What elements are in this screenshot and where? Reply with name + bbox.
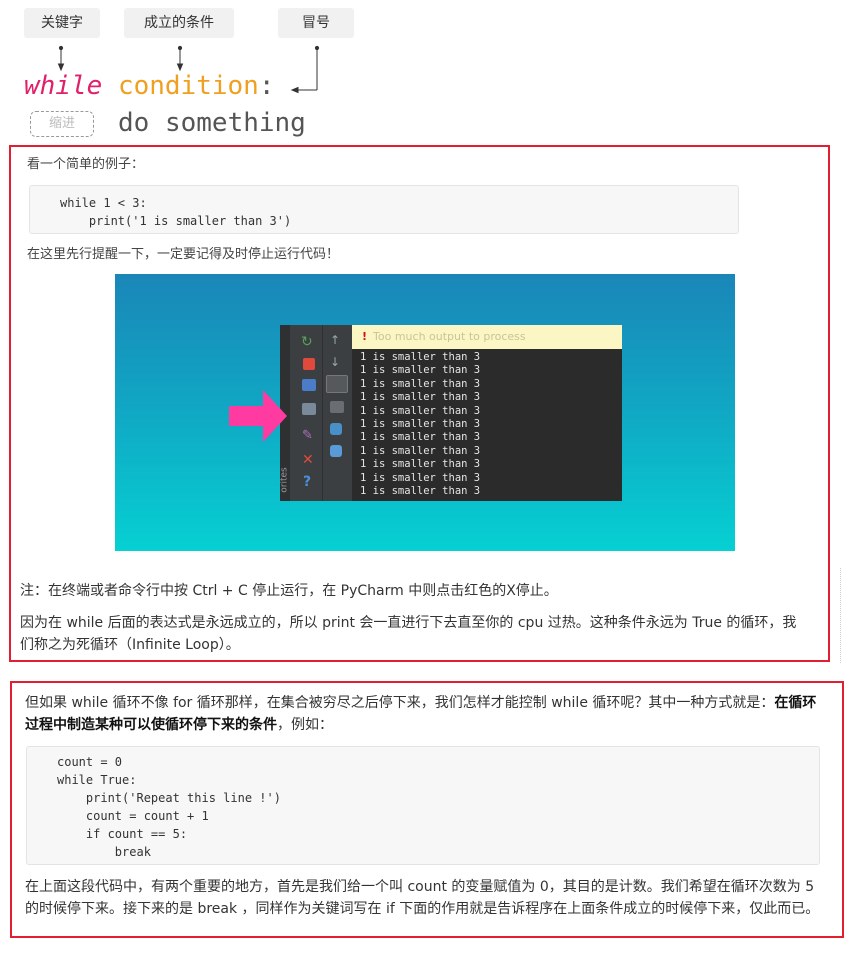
example-box-break: 但如果 while 循环不像 for 循环那样，在集合被穷尽之后停下来，我们怎样… xyxy=(10,681,844,938)
body-line: do something xyxy=(118,108,306,138)
console-line: 1 is smaller than 3 xyxy=(360,458,481,471)
break-intro: 但如果 while 循环不像 for 循环那样，在集合被穷尽之后停下来，我们怎样… xyxy=(25,692,820,736)
console-line: 1 is smaller than 3 xyxy=(360,377,481,390)
colon-symbol: : xyxy=(258,71,275,101)
console-output: ! Too much output to process 1 is smaller… xyxy=(352,325,622,501)
console-line: 1 is smaller than 3 xyxy=(360,364,481,377)
print-icon[interactable] xyxy=(330,423,342,435)
scroll-down-icon[interactable]: ↓ xyxy=(330,355,346,369)
scroll-up-icon[interactable]: ↑ xyxy=(330,333,346,347)
pink-arrow-icon xyxy=(229,390,287,442)
while-syntax-line: while condition: xyxy=(24,71,274,101)
condition-word: condition xyxy=(117,71,259,101)
console-line: 1 is smaller than 3 xyxy=(360,444,481,457)
clear-icon[interactable] xyxy=(330,445,342,457)
note-text: 注：在终端或者命令行中按 Ctrl + C 停止运行，在 PyCharm 中则点… xyxy=(20,583,558,599)
console-toolbar: ↑ ↓ xyxy=(324,325,350,501)
soft-wrap-icon[interactable] xyxy=(326,375,348,393)
rerun-icon[interactable]: ↻ xyxy=(301,335,317,349)
console-line: 1 is smaller than 3 xyxy=(360,404,481,417)
while-syntax-diagram: 关键字 成立的条件 冒号 while condition: 缩进 do some… xyxy=(0,0,855,145)
scroll-end-icon[interactable] xyxy=(330,401,344,413)
intro-part-a: 但如果 while 循环不像 for 循环那样，在集合被穷尽之后停下来，我们怎样… xyxy=(25,695,775,711)
console-line: 1 is smaller than 3 xyxy=(360,485,481,498)
pause-icon[interactable] xyxy=(302,379,316,391)
example-box-infinite-loop: 看一个简单的例子： while 1 < 3: print('1 is small… xyxy=(9,145,830,662)
warning-icon: ! xyxy=(362,330,368,343)
indent-label: 缩进 xyxy=(30,111,94,137)
infinite-loop-explanation: 因为在 while 后面的表达式是永远成立的，所以 print 会一直进行下去直… xyxy=(20,615,797,653)
console-line: 1 is smaller than 3 xyxy=(360,471,481,484)
break-explanation: 在上面这段代码中，有两个重要的地方，首先是我们给一个叫 count 的变量赋值为… xyxy=(25,879,820,917)
help-icon[interactable]: ? xyxy=(303,475,319,489)
code-block-simple: while 1 < 3: print('1 is smaller than 3'… xyxy=(29,185,739,234)
code-block-break: count = 0 while True: print('Repeat this… xyxy=(26,746,820,865)
layout-icon[interactable] xyxy=(302,403,316,415)
console-line: 1 is smaller than 3 xyxy=(360,431,481,444)
while-keyword: while xyxy=(24,71,103,101)
close-icon[interactable]: ✕ xyxy=(302,453,318,467)
run-toolbar: ↻ ✎ ✕ ? xyxy=(296,325,323,501)
pycharm-screenshot: orites ↻ ✎ ✕ ? ↑ ↓ ! Too much output to p… xyxy=(115,274,735,551)
warning-text: Too much output to process xyxy=(373,330,526,343)
favorites-tab: orites xyxy=(279,467,290,493)
output-warning: ! Too much output to process xyxy=(352,325,622,349)
intro-part-b: ，例如： xyxy=(277,717,333,733)
reminder-text: 在这里先行提醒一下，一定要记得及时停止运行代码！ xyxy=(27,247,340,262)
pin-icon[interactable]: ✎ xyxy=(302,429,318,443)
console-line: 1 is smaller than 3 xyxy=(360,391,481,404)
ide-run-panel: orites ↻ ✎ ✕ ? ↑ ↓ ! Too much output to p… xyxy=(280,325,622,501)
console-line: 1 is smaller than 3 xyxy=(360,418,481,431)
intro-text: 看一个简单的例子： xyxy=(27,157,145,172)
console-lines: 1 is smaller than 31 is smaller than 31 … xyxy=(360,351,480,498)
stop-icon[interactable] xyxy=(303,358,315,370)
console-line: 1 is smaller than 3 xyxy=(360,351,481,363)
